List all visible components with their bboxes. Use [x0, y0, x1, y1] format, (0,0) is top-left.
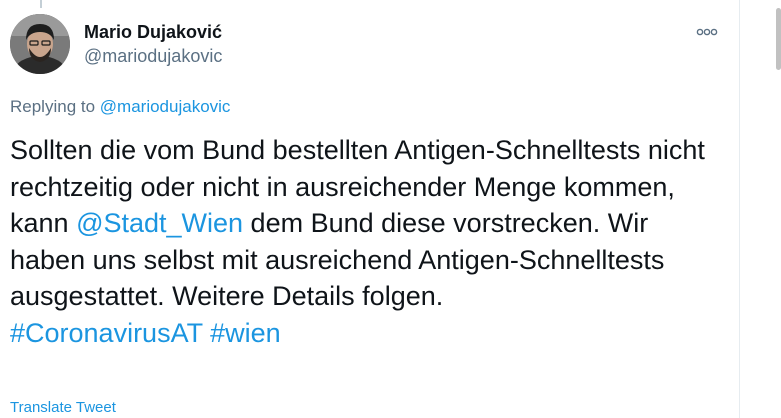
- timeline-border: [739, 0, 740, 418]
- hashtag-wien[interactable]: #wien: [210, 318, 281, 348]
- more-options-icon[interactable]: [694, 22, 720, 42]
- avatar-photo: [10, 14, 70, 74]
- mention-link-stadt-wien[interactable]: @Stadt_Wien: [76, 208, 243, 238]
- tweet-text: Sollten die vom Bund bestellten Antigen-…: [10, 132, 730, 352]
- replying-to-mention-link[interactable]: @mariodujakovic: [100, 97, 231, 116]
- author-handle[interactable]: @mariodujakovic: [84, 46, 222, 67]
- hashtag-coronavirusat[interactable]: #CoronavirusAT: [10, 318, 203, 348]
- replying-to-prefix: Replying to: [10, 97, 100, 116]
- avatar[interactable]: [10, 14, 70, 74]
- thread-connector-line: [40, 0, 42, 8]
- scrollbar-thumb[interactable]: [776, 8, 781, 70]
- translate-tweet-link[interactable]: Translate Tweet: [10, 399, 116, 416]
- replying-to-line: Replying to @mariodujakovic: [10, 97, 230, 117]
- author-name[interactable]: Mario Dujaković: [84, 22, 222, 43]
